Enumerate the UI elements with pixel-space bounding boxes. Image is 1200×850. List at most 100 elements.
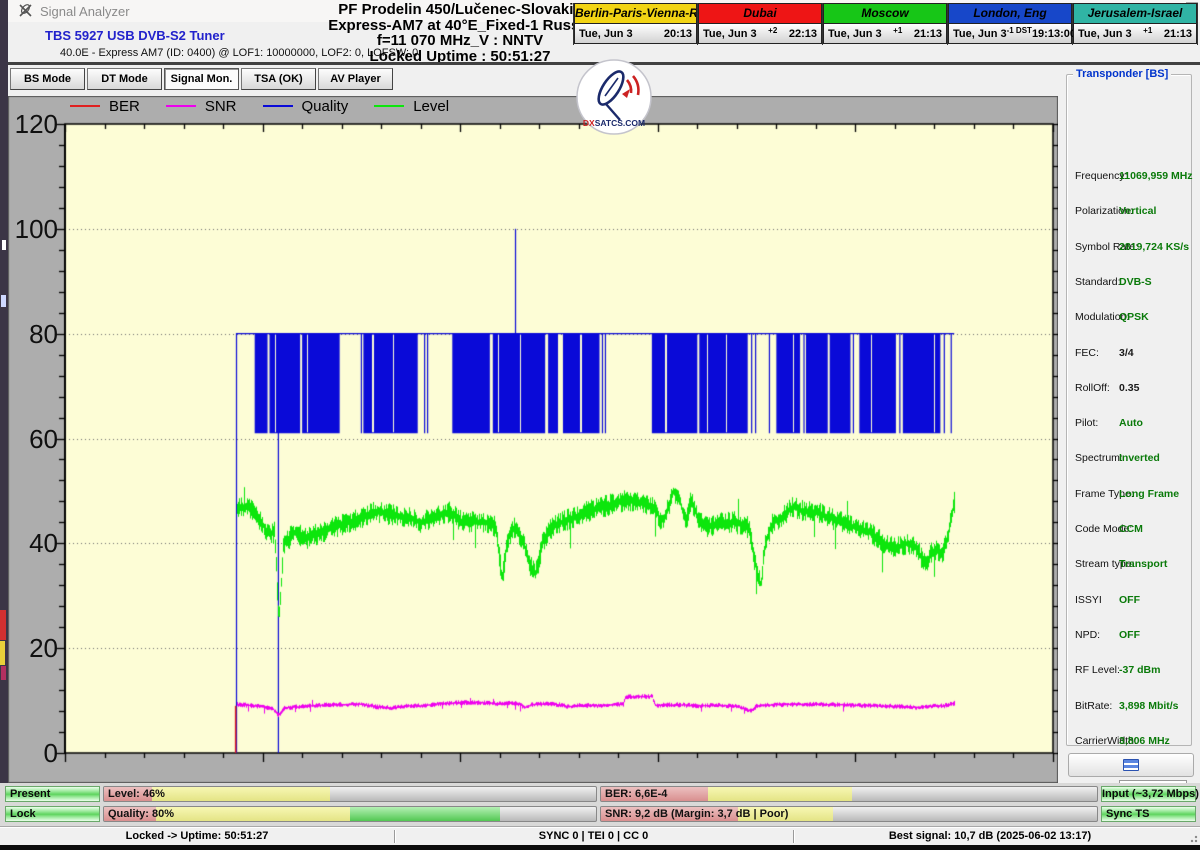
resize-grip[interactable] xyxy=(1188,833,1198,843)
status-sync-counters: SYNC 0 | TEI 0 | CC 0 xyxy=(396,830,791,842)
ts-card-button[interactable] xyxy=(1068,753,1194,777)
transponder-value: 2819,724 KS/s xyxy=(1119,241,1189,253)
transponder-value: -37 dBm xyxy=(1119,664,1160,676)
tuner-title: TBS 5927 USB DVB-S2 Tuner xyxy=(45,28,225,43)
mode-tabs: BS ModeDT ModeSignal Mon.TSA (OK)AV Play… xyxy=(10,68,395,90)
world-clock: Berlin-Paris-Vienna-Roma Tue, Jun 3 20:13 xyxy=(573,3,698,45)
status-badge-sync-ts: Sync TS xyxy=(1101,806,1196,822)
chart-legend: BER SNR Quality Level xyxy=(70,97,475,115)
tab-bs-mode[interactable]: BS Mode xyxy=(10,68,85,90)
transponder-value: Auto xyxy=(1119,417,1143,429)
transponder-value: Long Frame xyxy=(1119,488,1179,500)
transponder-label: NPD: xyxy=(1075,629,1100,641)
bar-segment xyxy=(708,787,852,801)
signal-indicator-bars: PresentLevel: 46%BER: 6,6E-4Input (~3,72… xyxy=(0,783,1200,826)
ts-list-icon xyxy=(1123,759,1139,771)
transponder-value: QPSK xyxy=(1119,311,1149,323)
bar-snr: SNR: 9,2 dB (Margin: 3,7 dB | Poor) xyxy=(600,806,1098,822)
clock-date: Tue, Jun 3 xyxy=(1078,28,1132,40)
transponder-value: 3,898 Mbit/s xyxy=(1119,700,1179,712)
transponder-value: 0.35 xyxy=(1119,382,1139,394)
clock-utc-offset: +1 xyxy=(1132,26,1164,35)
svg-text:DXSATCS.COM: DXSATCS.COM xyxy=(583,118,645,128)
bar-ber: BER: 6,6E-4 xyxy=(600,786,1098,802)
bar-segment xyxy=(152,787,331,801)
legend-item-snr: SNR xyxy=(166,98,237,115)
transponder-value: Vertical xyxy=(1119,205,1156,217)
transponder-label: Spectrum: xyxy=(1075,452,1123,464)
status-badge-present: Present xyxy=(5,786,100,802)
transponder-panel-title: Transponder [BS] xyxy=(1073,68,1171,80)
bar-label: BER: 6,6E-4 xyxy=(605,788,667,800)
transponder-panel: Transponder [BS] Frequency:11069,959 MHz… xyxy=(1066,74,1192,746)
clock-utc-offset: +2 xyxy=(757,26,789,35)
legend-swatch xyxy=(70,105,100,107)
tab-av-player[interactable]: AV Player xyxy=(318,68,393,90)
legend-label: SNR xyxy=(205,98,237,115)
bar-quality: Quality: 80% xyxy=(103,806,597,822)
y-axis-tick-label: 20 xyxy=(4,633,58,664)
legend-item-quality: Quality xyxy=(263,98,349,115)
clock-utc-offset: -1 DST xyxy=(1007,26,1032,35)
clock-date: Tue, Jun 3 xyxy=(828,28,882,40)
clock-date: Tue, Jun 3 xyxy=(953,28,1007,40)
status-best-signal: Best signal: 10,7 dB (2025-06-02 13:17) xyxy=(795,830,1185,842)
bar-segment xyxy=(350,807,500,821)
world-clock: London, EngTue, Jun 3-1 DST19:13:00 xyxy=(948,3,1073,45)
legend-item-ber: BER xyxy=(70,98,140,115)
clock-time-row: Tue, Jun 3-1 DST19:13:00 xyxy=(948,23,1072,44)
clock-time: 21:13 xyxy=(914,28,942,40)
transponder-value: OFF xyxy=(1119,629,1140,641)
y-axis-tick-label: 100 xyxy=(4,214,58,245)
clock-city: Dubai xyxy=(698,3,822,23)
transponder-value: DVB-S xyxy=(1119,276,1152,288)
y-axis-tick-label: 60 xyxy=(4,424,58,455)
signal-history-chart xyxy=(8,96,1058,783)
window-edge-fleck xyxy=(1,295,6,307)
world-clock: Jerusalem-IsraelTue, Jun 3+121:13 xyxy=(1073,3,1198,45)
world-clock: MoscowTue, Jun 3+121:13 xyxy=(823,3,948,45)
status-bar: Locked -> Uptime: 50:51:27 SYNC 0 | TEI … xyxy=(0,826,1200,845)
tab-signal-mon-[interactable]: Signal Mon. xyxy=(164,68,239,90)
y-axis-tick-label: 80 xyxy=(4,319,58,350)
transponder-label: Pilot: xyxy=(1075,417,1098,429)
bar-label: Quality: 80% xyxy=(108,808,174,820)
y-axis-tick-label: 0 xyxy=(4,738,58,769)
legend-label: Level xyxy=(413,98,449,115)
transponder-label: RF Level: xyxy=(1075,664,1120,676)
clock-city: London, Eng xyxy=(948,3,1072,23)
clock-time-row: Tue, Jun 3 20:13 xyxy=(574,23,697,44)
legend-swatch xyxy=(166,105,196,107)
tab-tsa-ok-[interactable]: TSA (OK) xyxy=(241,68,316,90)
transponder-value: Inverted xyxy=(1119,452,1160,464)
clock-date: Tue, Jun 3 xyxy=(703,28,757,40)
legend-item-level: Level xyxy=(374,98,449,115)
legend-swatch xyxy=(263,105,293,107)
y-axis-tick-label: 40 xyxy=(4,528,58,559)
transponder-value: 11069,959 MHz xyxy=(1119,170,1193,182)
clock-city: Jerusalem-Israel xyxy=(1073,3,1197,23)
dxsatcs-logo: DXSATCS.COM xyxy=(575,58,653,141)
clock-date: Tue, Jun 3 xyxy=(579,28,633,40)
clock-city: Moscow xyxy=(823,3,947,23)
clock-time: 22:13 xyxy=(789,28,817,40)
bar-label: SNR: 9,2 dB (Margin: 3,7 dB | Poor) xyxy=(605,808,788,820)
world-clocks: Berlin-Paris-Vienna-Roma Tue, Jun 3 20:13 D… xyxy=(573,3,1198,45)
clock-city: Berlin-Paris-Vienna-Roma xyxy=(574,3,697,23)
tab-dt-mode[interactable]: DT Mode xyxy=(87,68,162,90)
screen-bottom-edge xyxy=(0,845,1200,850)
window-title: Signal Analyzer xyxy=(40,4,130,19)
status-badge-lock: Lock xyxy=(5,806,100,822)
clock-time: 19:13:00 xyxy=(1032,28,1076,40)
transponder-label: Standard: xyxy=(1075,276,1121,288)
transponder-value: 3,806 MHz xyxy=(1119,735,1170,747)
transponder-value: 3/4 xyxy=(1119,347,1134,359)
clock-time-row: Tue, Jun 3+222:13 xyxy=(698,23,822,44)
transponder-label: BitRate: xyxy=(1075,700,1112,712)
satellite-dish-icon xyxy=(18,3,33,23)
y-axis-tick-label: 120 xyxy=(4,109,58,140)
legend-label: BER xyxy=(109,98,140,115)
clock-time: 20:13 xyxy=(664,28,692,40)
status-lock-uptime: Locked -> Uptime: 50:51:27 xyxy=(0,830,394,842)
signal-analyzer-window: Signal Analyzer TBS 5927 USB DVB-S2 Tune… xyxy=(0,0,1200,850)
